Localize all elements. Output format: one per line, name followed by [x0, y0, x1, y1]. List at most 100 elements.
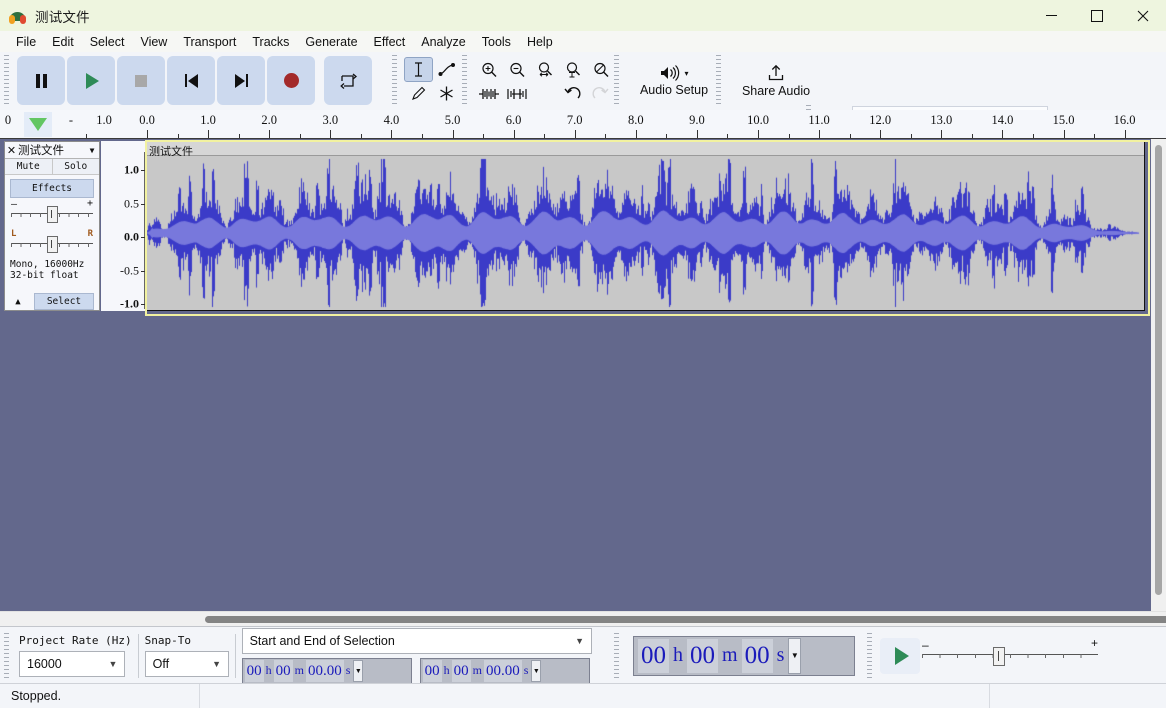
start-minutes-value: 00 [274, 660, 293, 682]
menu-analyze[interactable]: Analyze [413, 33, 473, 51]
play-at-speed-button[interactable] [880, 638, 920, 674]
effects-button[interactable]: Effects [10, 179, 94, 198]
undo-button[interactable] [558, 81, 587, 106]
timeline-ruler[interactable]: 0 - 1.0 0.01.02.03.04.05.06.07.08.09.010… [0, 110, 1166, 139]
selection-toolbar-grip[interactable] [4, 628, 13, 683]
selection-toolbar: Project Rate (Hz) 16000 ▼ Snap-To Off ▼ [4, 628, 608, 683]
pause-button[interactable] [17, 56, 65, 105]
select-track-button[interactable]: Select [34, 293, 94, 310]
record-button[interactable] [267, 56, 315, 105]
zoom-in-button[interactable] [474, 57, 503, 82]
vertical-scrollbar-thumb[interactable] [1155, 145, 1162, 595]
start-hours-unit: h [265, 663, 273, 678]
draw-tool-button[interactable] [404, 81, 433, 106]
solo-button[interactable]: Solo [53, 159, 100, 174]
snap-to-label: Snap-To [145, 634, 229, 647]
end-minutes-unit: m [472, 663, 483, 678]
share-audio-button[interactable]: Share Audio [728, 57, 824, 104]
waveform-clip[interactable]: 测试文件 [145, 141, 1145, 311]
track-menu-button[interactable]: ▼ [85, 146, 99, 155]
skip-to-start-button[interactable] [167, 56, 215, 105]
pan-slider-thumb[interactable] [47, 236, 58, 253]
edit-toolbar-grip[interactable] [462, 54, 471, 107]
gain-slider-thumb[interactable] [47, 206, 58, 223]
envelope-tool-button[interactable] [432, 57, 461, 82]
collapse-track-button[interactable]: ▲ [5, 294, 31, 310]
play-speed-grip[interactable] [867, 628, 876, 683]
pan-slider[interactable]: L R [11, 230, 93, 256]
time-toolbar-grip[interactable] [614, 628, 623, 683]
menu-view[interactable]: View [132, 33, 175, 51]
play-button[interactable] [67, 56, 115, 105]
silence-audio-button[interactable] [502, 81, 531, 106]
zoom-in-icon [480, 61, 498, 79]
fit-selection-button[interactable] [530, 57, 559, 82]
menu-effect[interactable]: Effect [366, 33, 414, 51]
track-control-panel[interactable]: ✕ 测试文件 ▼ Mute Solo Effects – + L R [4, 141, 100, 311]
stop-button[interactable] [117, 56, 165, 105]
track-area[interactable]: ✕ 测试文件 ▼ Mute Solo Effects – + L R [0, 139, 1151, 611]
menu-tracks[interactable]: Tracks [244, 33, 297, 51]
vruler-label: 0.5 [124, 197, 139, 212]
end-time-format-button[interactable]: ▼ [531, 660, 541, 682]
audio-position-field[interactable]: 00 h 00 m 00 s ▼ [633, 636, 855, 676]
fit-project-icon [564, 61, 582, 79]
play-speed-slider[interactable]: – + [920, 641, 1100, 671]
position-format-button[interactable]: ▼ [788, 638, 801, 674]
redo-button[interactable] [586, 81, 615, 106]
menu-file[interactable]: File [8, 33, 44, 51]
close-button[interactable] [1120, 0, 1166, 31]
menu-edit[interactable]: Edit [44, 33, 82, 51]
gain-slider[interactable]: – + [11, 200, 93, 226]
multi-tool-button[interactable] [432, 81, 461, 106]
loop-button[interactable] [324, 56, 372, 105]
mute-button[interactable]: Mute [5, 159, 53, 174]
zoom-toggle-button[interactable] [586, 57, 615, 82]
selection-mode-combo[interactable]: Start and End of Selection ▼ [242, 628, 592, 654]
share-audio-toolbar: Share Audio [716, 54, 810, 107]
play-speed-slider-thumb[interactable] [993, 647, 1005, 666]
snap-to-combo[interactable]: Off ▼ [145, 651, 229, 677]
clip-title-bar[interactable]: 测试文件 [146, 142, 1144, 156]
minimize-button[interactable] [1028, 0, 1074, 31]
chevron-down-icon: ▼ [573, 636, 587, 646]
ruler-major-tick [880, 130, 881, 138]
selection-end-time-field[interactable]: 00 h 00 m 00.00 s ▼ [420, 658, 590, 684]
ruler-label: 6.0 [506, 113, 522, 128]
selection-start-time-field[interactable]: 00 h 00 m 00.00 s ▼ [242, 658, 412, 684]
window-title: 测试文件 [35, 6, 90, 26]
share-audio-grip[interactable] [716, 54, 725, 107]
menu-help[interactable]: Help [519, 33, 561, 51]
audio-setup-button[interactable]: ▾ Audio Setup [626, 57, 722, 104]
zoom-out-button[interactable] [502, 57, 531, 82]
trim-audio-button[interactable] [474, 81, 503, 106]
selection-tool-button[interactable] [404, 57, 433, 82]
waveform-canvas[interactable] [146, 156, 1144, 310]
horizontal-scrollbar[interactable] [0, 611, 1166, 627]
ruler-label: 11.0 [808, 113, 829, 128]
menu-tools[interactable]: Tools [474, 33, 519, 51]
skip-start-icon [185, 74, 198, 88]
skip-to-end-button[interactable] [217, 56, 265, 105]
menu-transport[interactable]: Transport [175, 33, 244, 51]
transport-toolbar-grip[interactable] [4, 54, 13, 107]
menu-select[interactable]: Select [82, 33, 133, 51]
close-track-button[interactable]: ✕ [5, 144, 18, 157]
share-audio-label: Share Audio [742, 84, 810, 98]
menu-bar: File Edit Select View Transport Tracks G… [0, 31, 1166, 52]
audio-track[interactable]: ✕ 测试文件 ▼ Mute Solo Effects – + L R [0, 139, 1147, 314]
tools-toolbar-grip[interactable] [392, 54, 401, 107]
zoom-toggle-icon [592, 61, 610, 79]
project-rate-combo[interactable]: 16000 ▼ [19, 651, 125, 677]
maximize-button[interactable] [1074, 0, 1120, 31]
fit-project-button[interactable] [558, 57, 587, 82]
vertical-scrollbar[interactable] [1151, 139, 1166, 611]
vertical-ruler[interactable]: 1.0 0.5 0.0 -0.5 -1.0 [101, 141, 145, 311]
play-at-speed-toolbar: – + [867, 628, 1062, 683]
track-title-row: ✕ 测试文件 ▼ [5, 142, 99, 159]
start-time-format-button[interactable]: ▼ [353, 660, 363, 682]
horizontal-scrollbar-thumb[interactable] [205, 616, 1166, 623]
menu-generate[interactable]: Generate [297, 33, 365, 51]
audio-setup-grip[interactable] [614, 54, 623, 107]
pinned-play-head-button[interactable] [24, 112, 52, 137]
